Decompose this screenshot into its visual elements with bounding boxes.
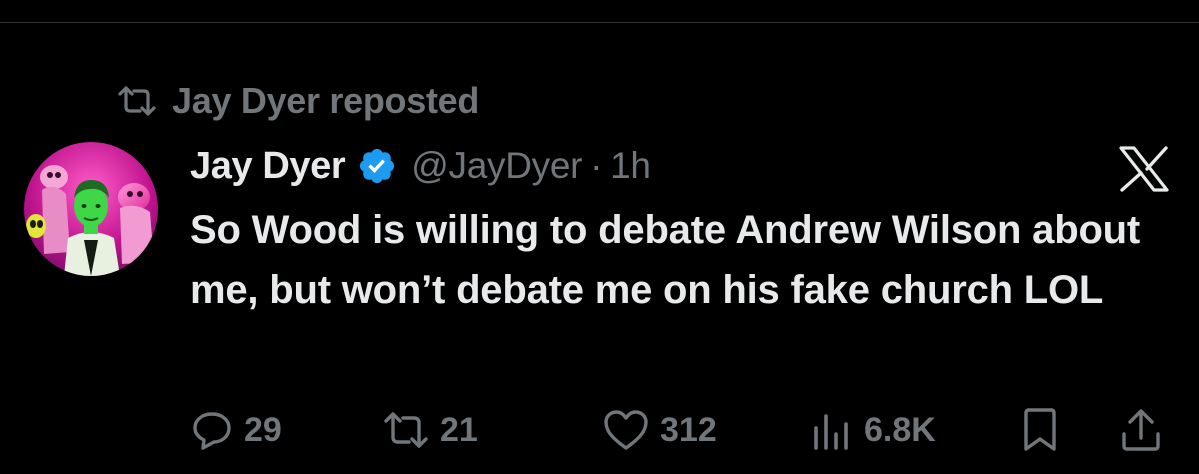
x-logo-icon [1119, 146, 1169, 192]
share-icon [1122, 409, 1160, 451]
top-divider [0, 22, 1199, 23]
timestamp[interactable]: 1h [610, 145, 651, 187]
action-bar: 29 21 312 6.8K [0, 402, 1199, 458]
repost-count: 21 [440, 410, 478, 449]
user-handle[interactable]: @JayDyer [411, 145, 582, 187]
avatar[interactable] [24, 142, 158, 276]
repost-button[interactable]: 21 [382, 402, 478, 458]
view-count: 6.8K [864, 410, 936, 449]
repost-indicator[interactable]: Jay Dyer reposted [116, 78, 479, 124]
views-button[interactable]: 6.8K [808, 402, 936, 458]
share-button[interactable] [1118, 402, 1164, 458]
heart-icon [604, 410, 648, 450]
repost-icon [384, 412, 428, 448]
like-button[interactable]: 312 [602, 402, 717, 458]
reply-count: 29 [244, 410, 282, 449]
repost-label: Jay Dyer reposted [172, 80, 480, 121]
analytics-icon [814, 414, 848, 450]
tweet-header: Jay Dyer @JayDyer · 1h [190, 140, 651, 192]
repost-icon [118, 86, 156, 116]
tweet-text: So Wood is willing to debate Andrew Wils… [190, 208, 1141, 312]
like-count: 312 [660, 410, 717, 449]
reply-button[interactable]: 29 [190, 402, 282, 458]
reply-icon [193, 412, 231, 450]
bookmark-icon [1024, 408, 1056, 451]
bookmark-button[interactable] [1018, 402, 1062, 458]
display-name[interactable]: Jay Dyer [190, 145, 346, 188]
verified-badge-icon[interactable] [357, 146, 397, 186]
separator-dot: · [590, 145, 603, 186]
